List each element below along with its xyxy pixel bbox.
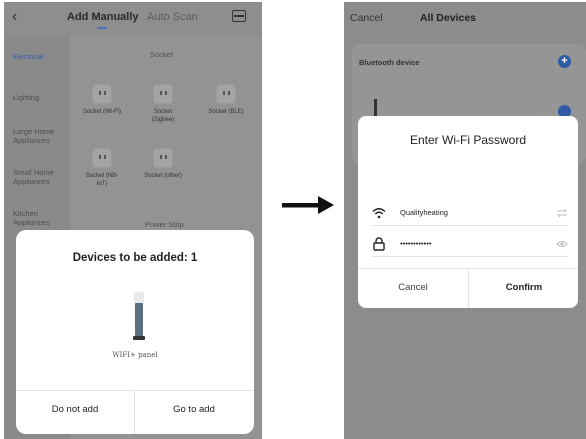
device-name: Socket (BLE) xyxy=(208,109,244,115)
socket-icon xyxy=(92,84,112,104)
right-arrow-icon xyxy=(282,196,334,214)
sidebar-item-small-home-appliances[interactable]: Small Home Appliances xyxy=(13,168,71,186)
device-name: Socket (other) xyxy=(144,173,182,179)
add-device-screen: ‹ Add Manually Auto Scan Electrical Ligh… xyxy=(4,2,262,439)
socket-icon xyxy=(153,84,173,104)
add-icon[interactable]: + xyxy=(558,55,571,68)
wifi-password-field[interactable]: •••••••••••• xyxy=(372,233,568,257)
tab-auto-scan[interactable]: Auto Scan xyxy=(147,11,198,23)
cancel-button[interactable]: Cancel xyxy=(358,282,468,293)
device-socket-nb-iot[interactable]: Socket (NB-IoT) xyxy=(82,148,122,188)
go-to-add-button[interactable]: Go to add xyxy=(135,404,253,415)
tab-add-manually[interactable]: Add Manually xyxy=(67,11,139,23)
dialog-title: Devices to be added: 1 xyxy=(72,252,198,264)
add-device-header: ‹ Add Manually Auto Scan xyxy=(4,2,262,36)
section-title-power-strip: Power Strip xyxy=(145,220,184,229)
device-socket-ble[interactable]: Socket (BLE) xyxy=(206,84,246,116)
wifi-password-dialog: Enter Wi-Fi Password Qualityheating ••••… xyxy=(358,116,578,308)
page-title: All Devices xyxy=(419,12,477,24)
confirm-button[interactable]: Confirm xyxy=(469,282,579,293)
device-socket-zigbee[interactable]: Socket (Zigbee) xyxy=(143,84,183,124)
device-name: Socket (Wi-Fi) xyxy=(83,109,121,115)
socket-icon xyxy=(153,148,173,168)
wifi-ssid-field[interactable]: Qualityheating xyxy=(372,202,568,226)
password-value: •••••••••••• xyxy=(400,239,432,248)
wifi-icon xyxy=(372,208,386,219)
show-password-eye-icon[interactable] xyxy=(556,239,568,249)
socket-icon xyxy=(216,84,236,104)
dialog-title: Enter Wi-Fi Password xyxy=(409,133,527,147)
sidebar-item-kitchen-appliances[interactable]: Kitchen Appliances xyxy=(13,209,71,227)
device-thumbnail xyxy=(374,99,377,117)
ssid-value: Qualityheating xyxy=(400,208,448,217)
wifi-panel-device-image xyxy=(133,292,145,344)
sidebar-item-large-home-appliances[interactable]: Large Home Appliances xyxy=(13,127,71,145)
device-name: Socket (NB-IoT) xyxy=(85,173,119,187)
do-not-add-button[interactable]: Do not add xyxy=(16,404,134,415)
sidebar-item-electrical[interactable]: Electrical xyxy=(13,52,71,61)
device-socket-other[interactable]: Socket (other) xyxy=(143,148,183,180)
switch-network-icon[interactable] xyxy=(556,208,568,218)
socket-icon xyxy=(92,148,112,168)
back-chevron-icon[interactable]: ‹ xyxy=(12,8,17,26)
device-socket-wifi[interactable]: Socket (Wi-Fi) xyxy=(82,84,122,116)
bluetooth-device-label: Bluetooth device xyxy=(359,58,420,67)
section-title-socket: Socket xyxy=(150,50,173,59)
divider xyxy=(16,390,254,391)
sidebar-item-lighting[interactable]: Lighting xyxy=(13,93,71,102)
all-devices-screen: Cancel All Devices Bluetooth device + En… xyxy=(344,2,586,439)
scan-icon[interactable] xyxy=(232,10,246,22)
lock-icon xyxy=(373,237,385,251)
device-label: WIFI+ panel xyxy=(112,351,158,359)
device-name: Socket (Zigbee) xyxy=(151,109,175,123)
active-tab-indicator xyxy=(97,27,107,29)
devices-to-add-dialog: Devices to be added: 1 WIFI+ panel Do no… xyxy=(16,230,254,434)
